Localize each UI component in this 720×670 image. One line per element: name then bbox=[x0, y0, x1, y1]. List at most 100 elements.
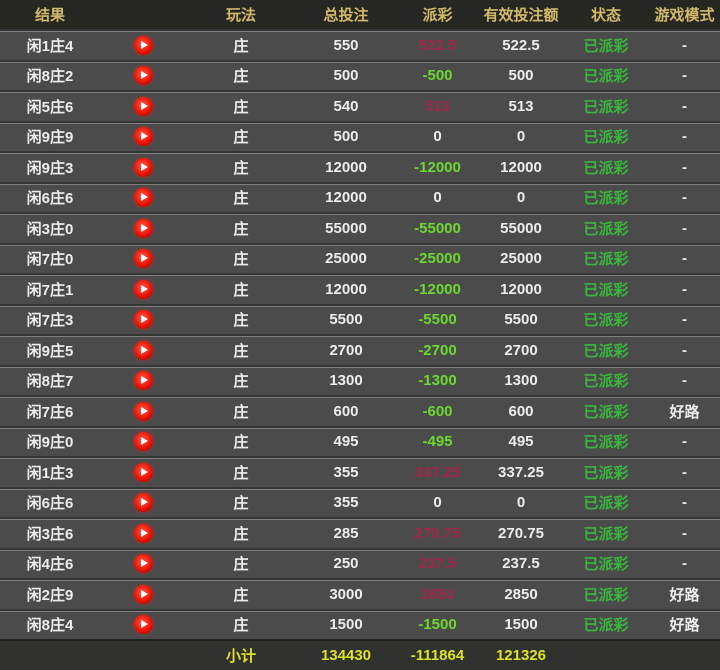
play-cell bbox=[100, 213, 186, 244]
total-bet-cell: 500 bbox=[296, 122, 396, 153]
play-cell bbox=[100, 457, 186, 488]
result-cell: 闲5庄6 bbox=[0, 91, 100, 122]
play-icon[interactable] bbox=[134, 66, 153, 85]
play-icon[interactable] bbox=[134, 585, 153, 604]
payout-cell: -55000 bbox=[396, 213, 479, 244]
total-bet-cell: 355 bbox=[296, 457, 396, 488]
play-icon[interactable] bbox=[134, 310, 153, 329]
play-triangle-icon bbox=[141, 285, 148, 293]
total-bet-cell: 1300 bbox=[296, 366, 396, 397]
play-icon[interactable] bbox=[134, 188, 153, 207]
status-cell: 已派彩 bbox=[563, 427, 649, 458]
play-icon[interactable] bbox=[134, 615, 153, 634]
play-icon[interactable] bbox=[134, 432, 153, 451]
result-cell: 闲7庄0 bbox=[0, 244, 100, 275]
table-footer: 小计 134430 -111864 121326 bbox=[0, 640, 720, 670]
result-cell: 闲9庄0 bbox=[0, 427, 100, 458]
result-cell: 闲7庄1 bbox=[0, 274, 100, 305]
valid-bet-cell: 337.25 bbox=[479, 457, 563, 488]
play-icon[interactable] bbox=[134, 524, 153, 543]
game-mode-cell: - bbox=[649, 152, 720, 183]
method-cell: 庄 bbox=[186, 152, 296, 183]
play-icon[interactable] bbox=[134, 97, 153, 116]
play-triangle-icon bbox=[141, 559, 148, 567]
play-cell bbox=[100, 518, 186, 549]
table-row: 闲3庄6 庄 285 270.75 270.75 已派彩 - bbox=[0, 518, 720, 549]
method-cell: 庄 bbox=[186, 305, 296, 336]
game-mode-cell: - bbox=[649, 335, 720, 366]
play-triangle-icon bbox=[141, 41, 148, 49]
play-icon[interactable] bbox=[134, 463, 153, 482]
game-mode-cell: - bbox=[649, 549, 720, 580]
game-mode-cell: - bbox=[649, 244, 720, 275]
play-icon[interactable] bbox=[134, 219, 153, 238]
total-bet-cell: 250 bbox=[296, 549, 396, 580]
payout-cell: -1300 bbox=[396, 366, 479, 397]
payout-cell: 513 bbox=[396, 91, 479, 122]
method-cell: 庄 bbox=[186, 335, 296, 366]
play-icon[interactable] bbox=[134, 249, 153, 268]
subtotal-total-bet: 134430 bbox=[296, 640, 396, 670]
play-triangle-icon bbox=[141, 468, 148, 476]
play-icon[interactable] bbox=[134, 371, 153, 390]
play-cell bbox=[100, 152, 186, 183]
method-cell: 庄 bbox=[186, 213, 296, 244]
result-cell: 闲8庄7 bbox=[0, 366, 100, 397]
table-row: 闲9庄0 庄 495 -495 495 已派彩 - bbox=[0, 427, 720, 458]
column-header-total-bet: 总投注 bbox=[296, 0, 396, 30]
table-row: 闲3庄0 庄 55000 -55000 55000 已派彩 - bbox=[0, 213, 720, 244]
method-cell: 庄 bbox=[186, 244, 296, 275]
valid-bet-cell: 1300 bbox=[479, 366, 563, 397]
play-icon[interactable] bbox=[134, 280, 153, 299]
play-triangle-icon bbox=[141, 224, 148, 232]
status-cell: 已派彩 bbox=[563, 213, 649, 244]
play-triangle-icon bbox=[141, 315, 148, 323]
status-cell: 已派彩 bbox=[563, 152, 649, 183]
total-bet-cell: 2700 bbox=[296, 335, 396, 366]
table-row: 闲7庄6 庄 600 -600 600 已派彩 好路 bbox=[0, 396, 720, 427]
table-row: 闲1庄3 庄 355 337.25 337.25 已派彩 - bbox=[0, 457, 720, 488]
payout-cell: 522.5 bbox=[396, 30, 479, 61]
valid-bet-cell: 0 bbox=[479, 122, 563, 153]
play-icon[interactable] bbox=[134, 158, 153, 177]
subtotal-empty-status bbox=[563, 640, 649, 670]
play-cell bbox=[100, 549, 186, 580]
valid-bet-cell: 522.5 bbox=[479, 30, 563, 61]
game-mode-cell: - bbox=[649, 274, 720, 305]
play-icon[interactable] bbox=[134, 127, 153, 146]
valid-bet-cell: 1500 bbox=[479, 610, 563, 641]
payout-cell: -500 bbox=[396, 61, 479, 92]
total-bet-cell: 550 bbox=[296, 30, 396, 61]
payout-cell: 0 bbox=[396, 183, 479, 214]
method-cell: 庄 bbox=[186, 122, 296, 153]
table-body: 闲1庄4 庄 550 522.5 522.5 已派彩 - 闲8庄2 庄 500 … bbox=[0, 30, 720, 640]
subtotal-empty-mode bbox=[649, 640, 720, 670]
column-header-method: 玩法 bbox=[186, 0, 296, 30]
total-bet-cell: 12000 bbox=[296, 274, 396, 305]
play-cell bbox=[100, 30, 186, 61]
game-mode-cell: - bbox=[649, 30, 720, 61]
payout-cell: 270.75 bbox=[396, 518, 479, 549]
valid-bet-cell: 513 bbox=[479, 91, 563, 122]
play-triangle-icon bbox=[141, 620, 148, 628]
play-icon[interactable] bbox=[134, 554, 153, 573]
play-icon[interactable] bbox=[134, 36, 153, 55]
play-icon[interactable] bbox=[134, 402, 153, 421]
valid-bet-cell: 500 bbox=[479, 61, 563, 92]
table-row: 闲1庄4 庄 550 522.5 522.5 已派彩 - bbox=[0, 30, 720, 61]
status-cell: 已派彩 bbox=[563, 91, 649, 122]
table-row: 闲8庄7 庄 1300 -1300 1300 已派彩 - bbox=[0, 366, 720, 397]
play-cell bbox=[100, 579, 186, 610]
play-triangle-icon bbox=[141, 163, 148, 171]
result-cell: 闲7庄3 bbox=[0, 305, 100, 336]
game-mode-cell: - bbox=[649, 122, 720, 153]
play-icon[interactable] bbox=[134, 341, 153, 360]
play-icon[interactable] bbox=[134, 493, 153, 512]
game-mode-cell: - bbox=[649, 305, 720, 336]
play-triangle-icon bbox=[141, 102, 148, 110]
play-triangle-icon bbox=[141, 529, 148, 537]
column-header-play bbox=[100, 0, 186, 30]
play-triangle-icon bbox=[141, 437, 148, 445]
payout-cell: 337.25 bbox=[396, 457, 479, 488]
result-cell: 闲9庄9 bbox=[0, 122, 100, 153]
